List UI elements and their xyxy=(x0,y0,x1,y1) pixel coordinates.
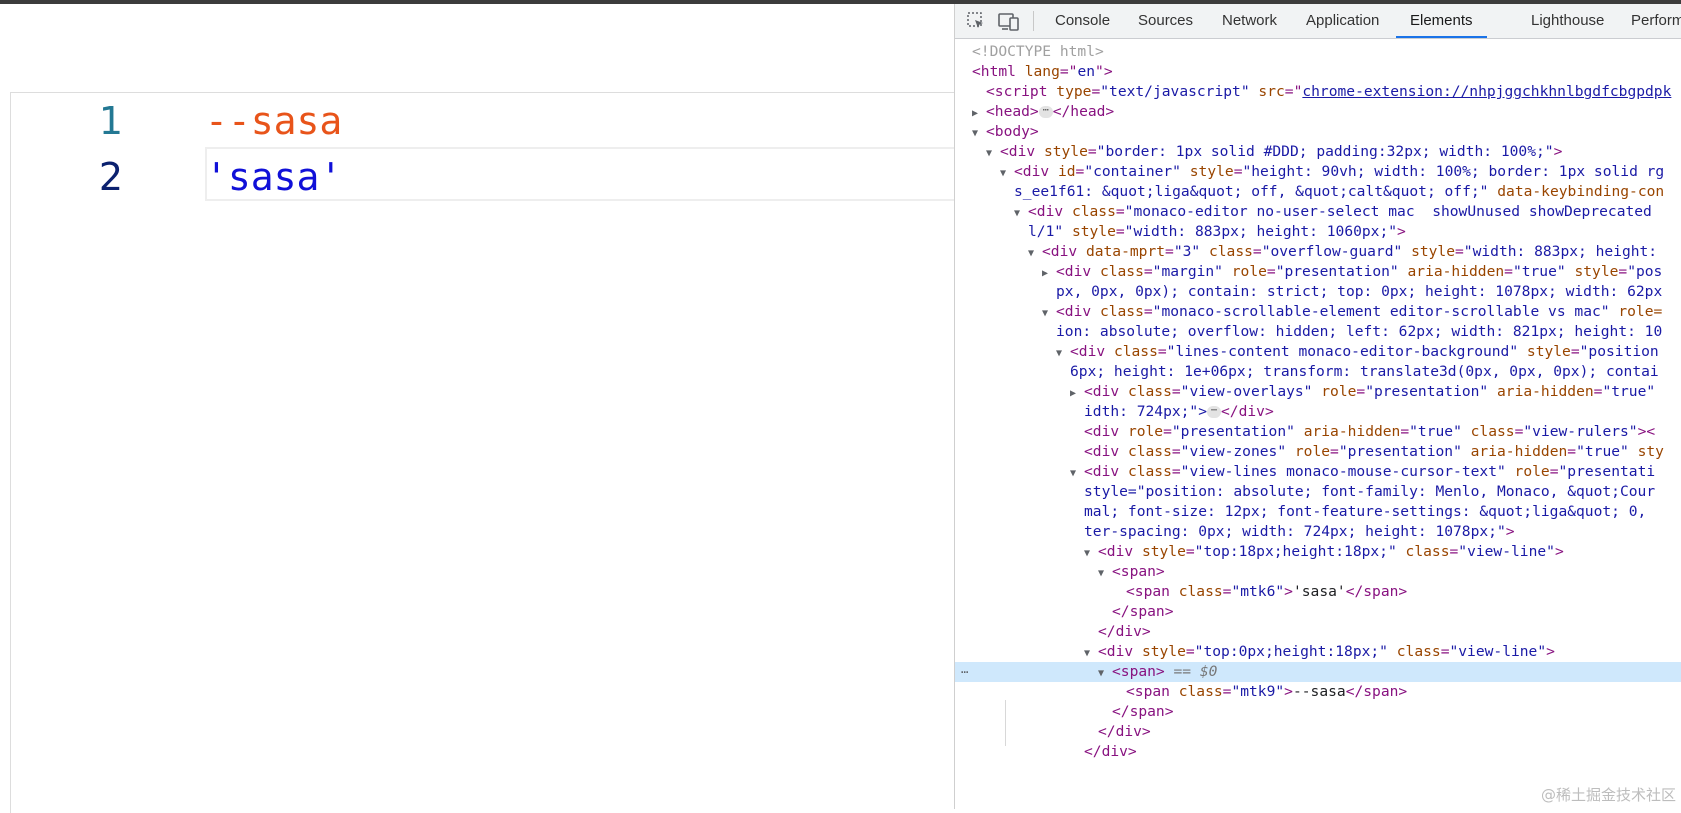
tab-elements[interactable]: Elements xyxy=(1396,4,1487,38)
dom-node[interactable]: ▶ <div class="margin" role="presentation"… xyxy=(955,262,1681,282)
dom-node[interactable]: ▶ <div class="view-overlays" role="presen… xyxy=(955,382,1681,402)
dom-node[interactable]: ▼ <div data-mprt="3" class="overflow-guar… xyxy=(955,242,1681,262)
line-number: 1 xyxy=(98,99,124,143)
tab-application[interactable]: Application xyxy=(1306,4,1379,38)
dom-node[interactable]: <html lang="en"> xyxy=(955,62,1681,82)
collapse-triangle-icon[interactable]: ▼ xyxy=(1070,464,1084,482)
dom-node[interactable]: <script type="text/javascript" src="chro… xyxy=(955,82,1681,102)
tab-performance[interactable]: Performance xyxy=(1631,4,1681,38)
tab-lighthouse[interactable]: Lighthouse xyxy=(1531,4,1604,38)
dom-node-close: </div> xyxy=(1098,723,1151,740)
editor-line[interactable]: 2 'sasa' xyxy=(11,149,955,205)
elements-dom-tree[interactable]: <!DOCTYPE html> <html lang="en"> <script… xyxy=(955,40,1681,809)
expand-triangle-icon[interactable]: ▶ xyxy=(1070,384,1084,402)
collapse-triangle-icon[interactable]: ▼ xyxy=(972,124,986,142)
editor-line[interactable]: 1 --sasa xyxy=(11,93,955,149)
dom-node-close: </span> xyxy=(1112,703,1174,720)
watermark: @稀土掘金技术社区 xyxy=(1540,786,1676,804)
dom-node[interactable]: <div role="presentation" aria-hidden="tr… xyxy=(955,422,1681,442)
dom-node[interactable]: ▼ <div style="top:0px;height:18px;" class… xyxy=(955,642,1681,662)
dom-node[interactable]: ▼ <span> xyxy=(955,562,1681,582)
devtools-toolbar: Console Sources Network Application Elem… xyxy=(955,4,1681,39)
tab-console[interactable]: Console xyxy=(1055,4,1110,38)
line-code[interactable]: --sasa xyxy=(205,93,342,149)
collapse-triangle-icon[interactable]: ▼ xyxy=(986,144,1000,162)
ellipsis-icon[interactable]: ⋯ xyxy=(1038,106,1053,118)
collapse-triangle-icon[interactable]: ▼ xyxy=(1084,544,1098,562)
dom-node-wrap: style="position: absolute; font-family: … xyxy=(1084,483,1656,500)
monaco-editor[interactable]: 1 --sasa 2 'sasa' xyxy=(10,92,965,813)
dom-node-wrap: s_ee1f61: &quot;liga&quot; off, &quot;ca… xyxy=(1014,183,1665,200)
dom-node-wrap: l/1" style="width: 883px; height: 1060px… xyxy=(1028,223,1406,240)
tab-sources[interactable]: Sources xyxy=(1138,4,1193,38)
inspect-element-icon[interactable] xyxy=(965,10,987,32)
collapse-triangle-icon[interactable]: ▼ xyxy=(1098,664,1112,682)
selected-dom-node[interactable]: ⋯ ▼ <span> == $0 xyxy=(955,662,1681,682)
devtools-panel: Console Sources Network Application Elem… xyxy=(954,4,1681,809)
dom-node[interactable]: <!DOCTYPE html> xyxy=(955,42,1681,62)
collapse-triangle-icon[interactable]: ▼ xyxy=(1042,304,1056,322)
dom-node[interactable]: <div class="view-zones" role="presentati… xyxy=(955,442,1681,462)
dom-node[interactable]: ▼ <div class="view-lines monaco-mouse-cur… xyxy=(955,462,1681,482)
dom-node[interactable]: ▼ <div style="top:18px;height:18px;" clas… xyxy=(955,542,1681,562)
tab-network[interactable]: Network xyxy=(1222,4,1277,38)
more-options-icon[interactable]: ⋯ xyxy=(961,662,968,682)
dom-node[interactable]: ▼ <div class="monaco-scrollable-element e… xyxy=(955,302,1681,322)
dom-node-wrap: ter-spacing: 0px; width: 724px; height: … xyxy=(1084,523,1515,540)
dom-node-wrap: idth: 724px;"> ⋯ </div> xyxy=(1084,403,1274,420)
dom-node-wrap: ion: absolute; overflow: hidden; left: 6… xyxy=(1056,323,1663,340)
dom-node-wrap: mal; font-size: 12px; font-feature-setti… xyxy=(1084,503,1656,520)
dom-node-close: </span> xyxy=(1112,603,1174,620)
dom-node-wrap: 6px; height: 1e+06px; transform: transla… xyxy=(1070,363,1659,380)
line-code[interactable]: 'sasa' xyxy=(205,149,342,205)
dom-node[interactable]: <span class="mtk6">'sasa'</span> xyxy=(955,582,1681,602)
expand-triangle-icon[interactable]: ▶ xyxy=(1042,264,1056,282)
collapse-triangle-icon[interactable]: ▼ xyxy=(1056,344,1070,362)
device-toolbar-icon[interactable] xyxy=(997,10,1019,32)
dom-node[interactable]: ▼ <div class="lines-content monaco-editor… xyxy=(955,342,1681,362)
dom-node[interactable]: <span class="mtk9">--sasa</span> xyxy=(955,682,1681,702)
dom-node-wrap: px, 0px, 0px); contain: strict; top: 0px… xyxy=(1056,283,1663,300)
collapse-triangle-icon[interactable]: ▼ xyxy=(1028,244,1042,262)
extension-link[interactable]: chrome-extension://nhpjggchkhnlbgdfcbgpd… xyxy=(1302,83,1671,100)
collapse-triangle-icon[interactable]: ▼ xyxy=(1084,644,1098,662)
collapse-triangle-icon[interactable]: ▼ xyxy=(1014,204,1028,222)
collapse-triangle-icon[interactable]: ▼ xyxy=(1000,164,1014,182)
dom-node[interactable]: ▼ <div class="monaco-editor no-user-selec… xyxy=(955,202,1681,222)
toolbar-separator xyxy=(1033,11,1034,31)
dom-node[interactable]: ▼ <div style="border: 1px solid #DDD; pad… xyxy=(955,142,1681,162)
dom-node-close: </div> xyxy=(1098,623,1151,640)
collapse-triangle-icon[interactable]: ▼ xyxy=(1098,564,1112,582)
line-number: 2 xyxy=(98,155,124,199)
dom-node[interactable]: ▼ <div id="container" style="height: 90vh… xyxy=(955,162,1681,182)
ellipsis-icon[interactable]: ⋯ xyxy=(1207,406,1222,418)
dom-node-close: </div> xyxy=(1084,743,1137,760)
dom-node[interactable]: ▼ <body> xyxy=(955,122,1681,142)
editor-page: 1 --sasa 2 'sasa' xyxy=(0,4,965,813)
dom-node[interactable]: ▶ <head> ⋯ </head> xyxy=(955,102,1681,122)
expand-triangle-icon[interactable]: ▶ xyxy=(972,104,986,122)
